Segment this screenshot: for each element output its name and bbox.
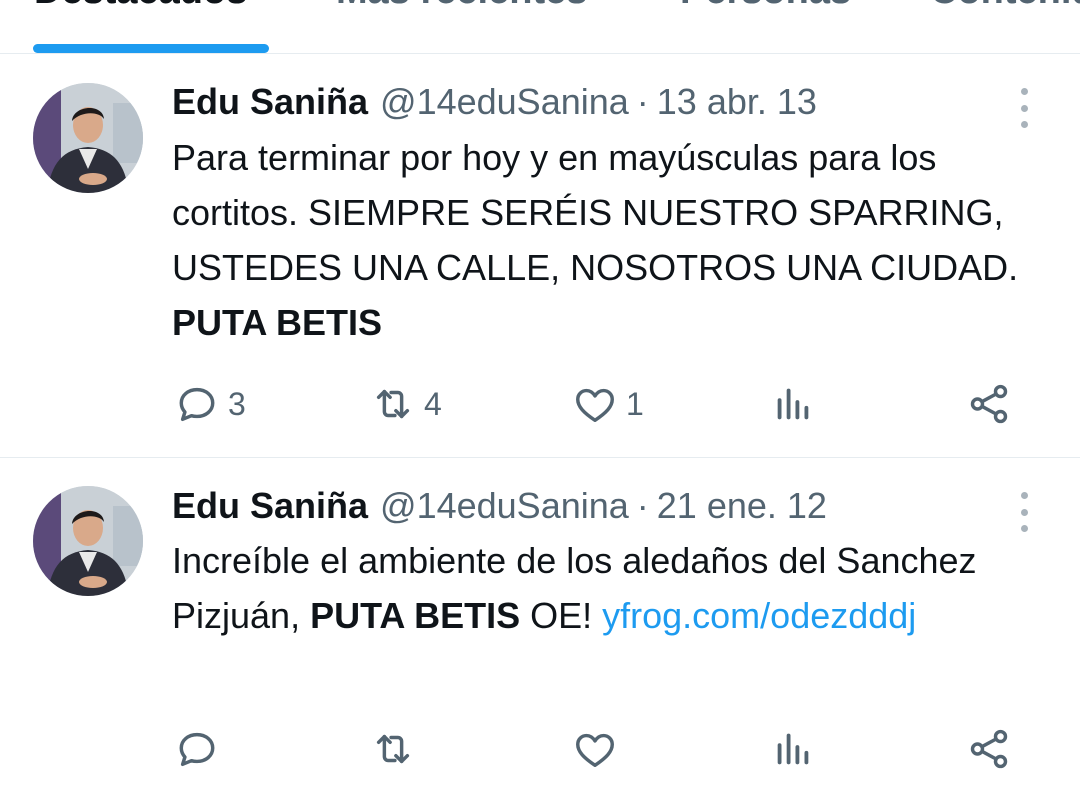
tweet[interactable]: Edu Saniña @14eduSanina · 21 ene. 12 Inc…: [0, 458, 1080, 787]
avatar[interactable]: [33, 83, 143, 193]
tab-destacados[interactable]: Destacados: [34, 0, 247, 13]
avatar[interactable]: [33, 486, 143, 596]
views-button[interactable]: [770, 724, 816, 774]
tweet-actions: 3 4 1: [0, 379, 1080, 429]
author-handle[interactable]: @14eduSanina: [380, 80, 629, 124]
tweet-text: Para terminar por hoy y en mayúsculas pa…: [172, 130, 1052, 350]
tweet-text-bold: PUTA BETIS: [310, 595, 521, 636]
tab-mas-recientes[interactable]: Más recientes: [336, 0, 587, 13]
retweet-icon: [376, 389, 410, 419]
tweet-text-after: OE!: [520, 595, 603, 636]
more-icon[interactable]: [1014, 88, 1034, 128]
retweet-icon: [376, 734, 410, 764]
active-tab-indicator: [33, 44, 269, 53]
tweet-header: Edu Saniña @14eduSanina · 13 abr. 13: [172, 80, 817, 124]
reply-count: 3: [228, 385, 246, 422]
share-button[interactable]: [966, 724, 1012, 774]
author-name[interactable]: Edu Saniña: [172, 80, 368, 124]
like-icon: [576, 733, 614, 768]
reply-button[interactable]: [174, 724, 220, 774]
separator: ·: [636, 485, 649, 526]
author-name[interactable]: Edu Saniña: [172, 484, 368, 528]
reply-button[interactable]: 3: [174, 379, 246, 429]
separator: ·: [636, 81, 649, 122]
views-icon: [777, 733, 809, 765]
share-button[interactable]: [966, 379, 1012, 429]
reply-icon: [179, 732, 215, 767]
share-icon: [970, 729, 1008, 769]
tweet-header: Edu Saniña @14eduSanina · 21 ene. 12: [172, 484, 827, 528]
retweet-button[interactable]: 4: [370, 379, 442, 429]
author-handle[interactable]: @14eduSanina: [380, 484, 629, 528]
tweet-link[interactable]: yfrog.com/odezdddj: [602, 595, 916, 636]
retweet-count: 4: [424, 385, 442, 422]
like-count: 1: [626, 385, 644, 422]
tweet-text-bold: PUTA BETIS: [172, 302, 383, 343]
reply-icon: [179, 387, 215, 422]
tweet-date[interactable]: 21 ene. 12: [657, 484, 827, 528]
retweet-button[interactable]: [370, 724, 416, 774]
tweet[interactable]: Edu Saniña @14eduSanina · 13 abr. 13 Par…: [0, 54, 1080, 458]
share-icon: [970, 384, 1008, 424]
tab-bar: Destacados Más recientes Personas Conten…: [0, 0, 1080, 54]
tweet-text-plain: Para terminar por hoy y en mayúsculas pa…: [172, 137, 1019, 288]
like-button[interactable]: [572, 724, 618, 774]
like-button[interactable]: 1: [572, 379, 644, 429]
tweet-actions: [0, 724, 1080, 774]
views-icon: [777, 388, 809, 420]
tweet-text: Increíble el ambiente de los aledaños de…: [172, 533, 1052, 643]
tab-contenido[interactable]: Contenido: [930, 0, 1080, 13]
like-icon: [576, 388, 614, 423]
tweet-date[interactable]: 13 abr. 13: [657, 80, 817, 124]
tab-personas[interactable]: Personas: [680, 0, 851, 13]
more-icon[interactable]: [1014, 492, 1034, 532]
views-button[interactable]: [770, 379, 816, 429]
